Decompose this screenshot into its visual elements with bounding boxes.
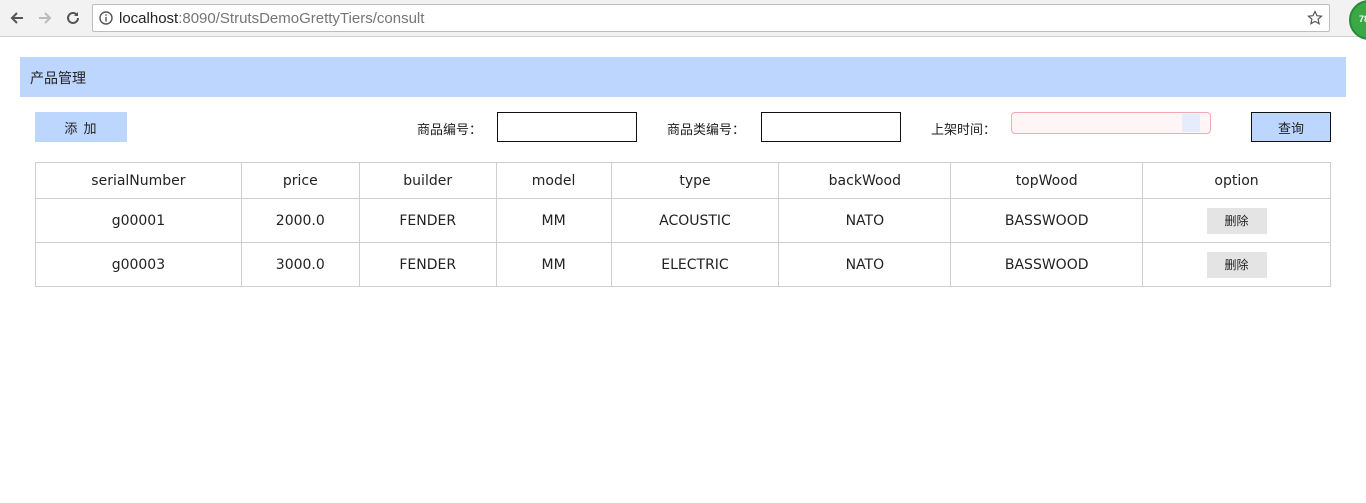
cell-model: MM bbox=[495, 198, 612, 243]
extension-badge: 78 bbox=[1359, 14, 1366, 24]
serial-number-input[interactable] bbox=[497, 112, 637, 142]
cell-type: ACOUSTIC bbox=[610, 198, 780, 243]
column-header: backWood bbox=[778, 162, 952, 199]
forward-arrow-icon[interactable] bbox=[34, 7, 56, 29]
cell-model: MM bbox=[495, 242, 612, 287]
url-path: :8090/StrutsDemoGrettyTiers/consult bbox=[178, 10, 425, 27]
table-row: g00003 3000.0 FENDER MM ELECTRIC NATO BA… bbox=[35, 242, 1331, 287]
table-row: g00001 2000.0 FENDER MM ACOUSTIC NATO BA… bbox=[35, 198, 1331, 243]
serial-number-label: 商品编号： bbox=[417, 123, 483, 138]
column-header: topWood bbox=[950, 162, 1144, 199]
url-host: localhost bbox=[119, 10, 179, 27]
add-button[interactable]: 添 加 bbox=[35, 112, 127, 142]
extension-icon[interactable]: 78 bbox=[1349, 0, 1366, 40]
category-number-input[interactable] bbox=[761, 112, 901, 142]
cell-type: ELECTRIC bbox=[610, 242, 780, 287]
info-icon[interactable] bbox=[99, 11, 113, 25]
page-title: 产品管理 bbox=[30, 71, 86, 87]
column-header: price bbox=[240, 162, 360, 199]
query-button[interactable]: 查询 bbox=[1251, 112, 1331, 142]
cell-builder: FENDER bbox=[358, 198, 497, 243]
reload-icon[interactable] bbox=[62, 7, 84, 29]
cell-serial-number: g00001 bbox=[35, 198, 242, 243]
column-header: builder bbox=[358, 162, 497, 199]
listing-date-label: 上架时间： bbox=[931, 123, 997, 138]
cell-top-wood: BASSWOOD bbox=[950, 198, 1144, 243]
cell-back-wood: NATO bbox=[778, 198, 952, 243]
cell-option: 删除 bbox=[1142, 198, 1331, 243]
panel-header: 产品管理 bbox=[20, 57, 1346, 97]
browser-toolbar: localhost:8090/StrutsDemoGrettyTiers/con… bbox=[0, 0, 1366, 40]
cell-option: 删除 bbox=[1142, 242, 1331, 287]
column-header: model bbox=[495, 162, 612, 199]
cell-serial-number: g00003 bbox=[35, 242, 242, 287]
column-header: type bbox=[610, 162, 780, 199]
cell-price: 3000.0 bbox=[240, 242, 360, 287]
cell-back-wood: NATO bbox=[778, 242, 952, 287]
bookmark-star-icon[interactable] bbox=[1307, 10, 1323, 26]
product-table: serialNumber price builder model type ba… bbox=[35, 162, 1331, 287]
delete-button[interactable]: 删除 bbox=[1206, 207, 1267, 234]
column-header: option bbox=[1142, 162, 1331, 199]
table-header-row: serialNumber price builder model type ba… bbox=[35, 162, 1331, 199]
cell-builder: FENDER bbox=[358, 242, 497, 287]
column-header: serialNumber bbox=[35, 162, 242, 199]
back-arrow-icon[interactable] bbox=[6, 7, 28, 29]
cell-top-wood: BASSWOOD bbox=[950, 242, 1144, 287]
address-bar[interactable]: localhost:8090/StrutsDemoGrettyTiers/con… bbox=[92, 4, 1330, 32]
delete-button[interactable]: 删除 bbox=[1206, 251, 1267, 278]
url-text: localhost:8090/StrutsDemoGrettyTiers/con… bbox=[119, 10, 424, 27]
listing-date-input[interactable] bbox=[1011, 112, 1211, 134]
cell-price: 2000.0 bbox=[240, 198, 360, 243]
category-number-label: 商品类编号： bbox=[667, 123, 746, 138]
date-spinner[interactable] bbox=[1182, 114, 1200, 132]
